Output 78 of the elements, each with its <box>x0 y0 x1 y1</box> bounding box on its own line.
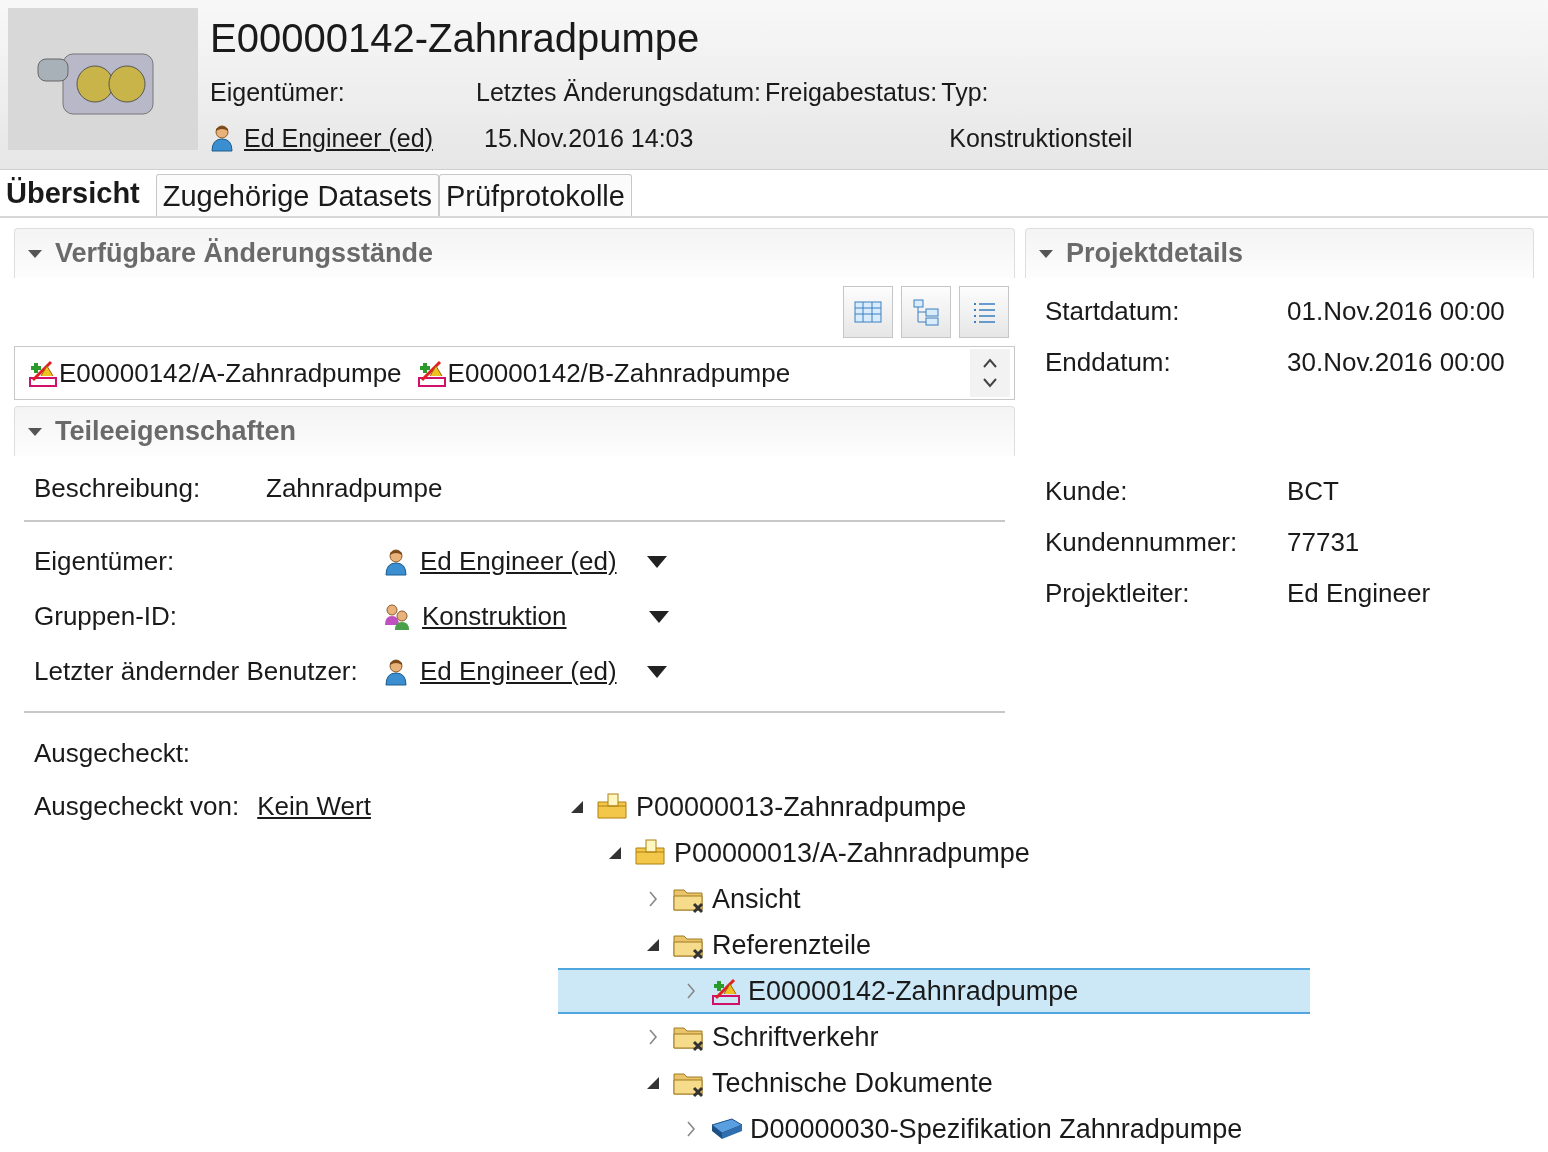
toggle-icon[interactable] <box>27 426 43 437</box>
tree-label: Ansicht <box>712 882 801 916</box>
field-label: Kunde: <box>1045 475 1129 508</box>
field-label: Beschreibung: <box>33 471 202 505</box>
field-label: Letzter ändernder Benutzer: <box>33 655 359 688</box>
field-label: Typ: <box>941 77 990 108</box>
list-view-button[interactable] <box>959 286 1009 338</box>
field-label: Freigabestatus: <box>764 77 938 108</box>
part-icon <box>710 976 742 1006</box>
field-label: Ausgecheckt von: <box>34 790 240 823</box>
field-label: Projektleiter: <box>1045 577 1191 610</box>
group-link[interactable]: Konstruktion <box>422 597 642 636</box>
field-value: BCT <box>1287 475 1339 508</box>
part-title: E00000142-Zahnradpumpe <box>210 15 701 62</box>
tree-row[interactable]: D00000030-Spezifikation Zahnradpumpe <box>558 1106 1310 1152</box>
tab[interactable]: Zugehörige Datasets <box>155 174 439 216</box>
field-value: Zahnradpumpe <box>266 471 443 505</box>
part-icon <box>415 358 448 388</box>
section-title: Teileeigenschaften <box>55 415 297 449</box>
part-icon <box>27 358 59 388</box>
field-label: Ausgecheckt: <box>34 737 191 770</box>
field-value: Konstruktionsteil <box>948 122 1133 154</box>
field-label: Eigentümer: <box>210 77 346 108</box>
toggle-icon[interactable] <box>27 248 43 259</box>
dropdown-caret-icon[interactable] <box>646 554 668 569</box>
tree-label: E00000142-Zahnradpumpe <box>748 974 1079 1008</box>
revision-list[interactable]: E00000142/A-Zahnradpumpe E00000142/B-Zahnradpumpe <box>14 346 1015 400</box>
spinner-icon[interactable] <box>970 349 1010 397</box>
dropdown-caret-icon[interactable] <box>646 664 668 679</box>
group-icon <box>384 602 410 631</box>
tree-row[interactable]: Technische Dokumente <box>558 1060 1310 1106</box>
revision-label: E00000142/B-Zahnradpumpe <box>447 356 791 390</box>
tree-label: D00000030-Spezifikation Zahnradpumpe <box>750 1112 1243 1146</box>
tree-label: P00000013/A-Zahnradpumpe <box>674 836 1030 870</box>
document-icon <box>710 1117 744 1141</box>
revision-item[interactable]: E00000142/B-Zahnradpumpe <box>415 353 791 393</box>
table-icon <box>853 300 883 324</box>
tab[interactable]: Prüfprotokolle <box>439 174 632 216</box>
field-label: Enddatum: <box>1045 346 1172 379</box>
tree-label: Schriftverkehr <box>712 1020 879 1054</box>
tree-row[interactable]: P00000013/A-Zahnradpumpe <box>558 830 1310 876</box>
field-label: Startdatum: <box>1045 295 1181 328</box>
tree-row[interactable]: P00000013-Zahnradpumpe <box>558 784 1310 830</box>
dropdown-caret-icon[interactable] <box>648 609 670 624</box>
field-label: Eigentümer: <box>33 545 176 578</box>
field-value: 77731 <box>1287 526 1360 559</box>
field-value: 30.Nov.2016 00:00 <box>1287 346 1505 379</box>
tree-row[interactable]: Schriftverkehr <box>558 1014 1310 1060</box>
tree-row[interactable]: E00000142-Zahnradpumpe <box>558 968 1310 1014</box>
field-label: Kundennummer: <box>1045 526 1239 559</box>
field-value: Ed Engineer <box>1287 577 1431 610</box>
section-title: Verfügbare Änderungsstände <box>55 237 434 271</box>
owner-link[interactable]: Ed Engineer (ed) <box>244 119 433 157</box>
field-label: Letztes Änderungsdatum: <box>476 77 761 108</box>
section-title: Projektdetails <box>1066 237 1244 271</box>
user-icon <box>210 124 234 153</box>
field-value: 01.Nov.2016 00:00 <box>1287 295 1505 328</box>
section-header[interactable]: Teileeigenschaften <box>14 406 1015 456</box>
project-icon <box>596 792 630 822</box>
value-link[interactable]: Kein Wert <box>257 787 371 826</box>
section-header[interactable]: Projektdetails <box>1025 228 1534 278</box>
user-link[interactable]: Ed Engineer (ed) <box>420 652 640 691</box>
revision-label: E00000142/A-Zahnradpumpe <box>59 356 402 390</box>
tree-label: P00000013-Zahnradpumpe <box>636 790 967 824</box>
section-header[interactable]: Verfügbare Änderungsstände <box>14 228 1015 278</box>
user-icon <box>384 547 408 576</box>
tree-row[interactable]: Referenzteile <box>558 922 1310 968</box>
tree-row[interactable]: Ansicht <box>558 876 1310 922</box>
tree-icon <box>911 298 941 326</box>
project-icon <box>634 838 668 868</box>
user-link[interactable]: Ed Engineer (ed) <box>420 542 640 581</box>
user-icon <box>384 657 408 686</box>
tree-label: Referenzteile <box>712 928 872 962</box>
field-value: 15.Nov.2016 14:03 <box>483 122 694 154</box>
tree-label: Technische Dokumente <box>712 1066 993 1100</box>
revision-item[interactable]: E00000142/A-Zahnradpumpe <box>27 353 402 393</box>
field-label: Gruppen-ID: <box>33 600 179 633</box>
toggle-icon[interactable] <box>1038 248 1054 259</box>
